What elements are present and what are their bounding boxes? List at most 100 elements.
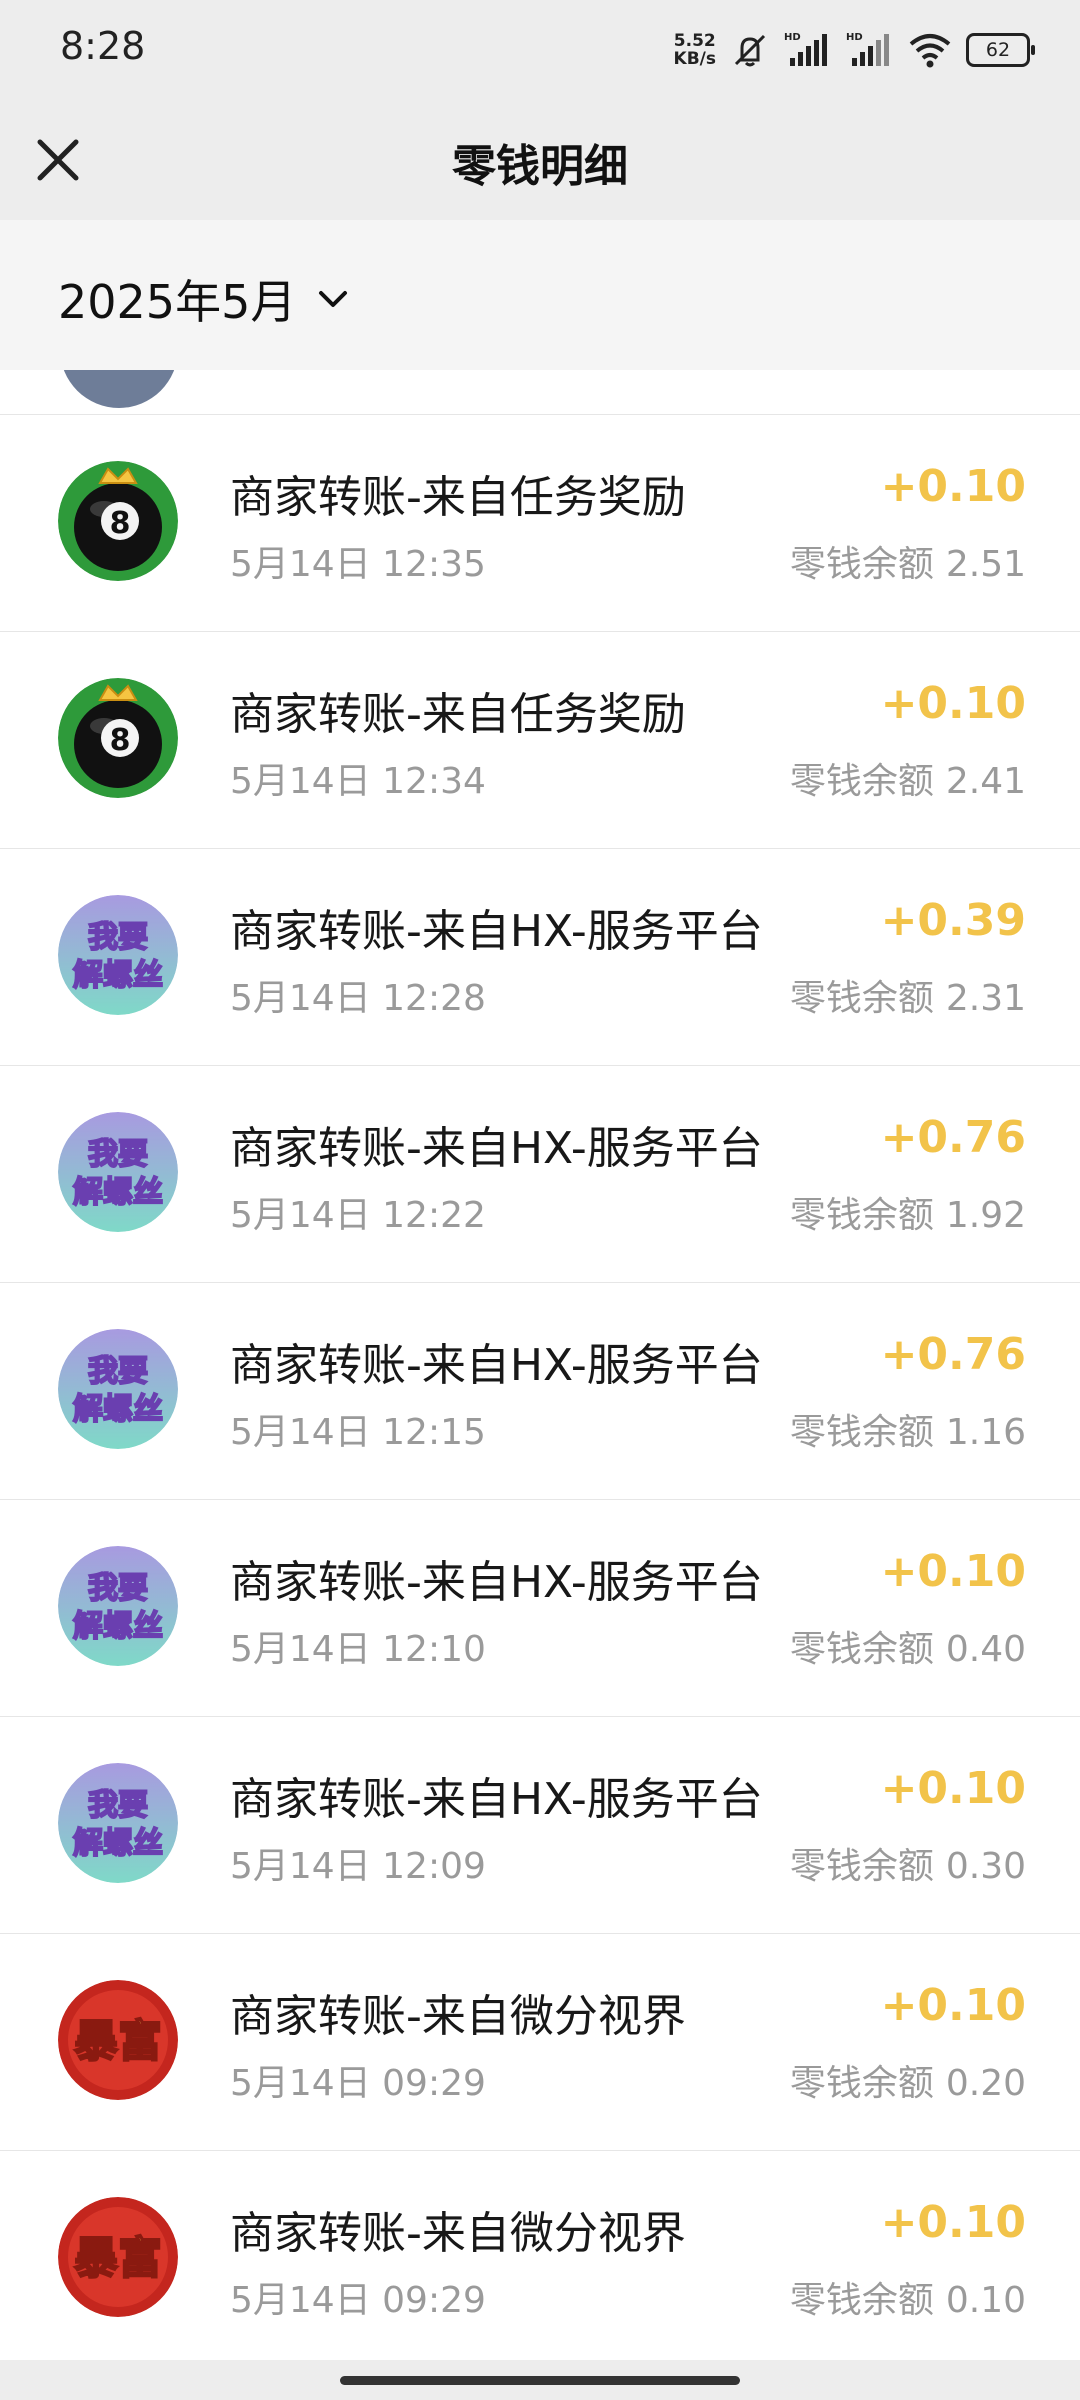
balance-text: 零钱余额 2.31 [790,969,1026,1021]
merchant-avatar: 暴富 [58,2197,178,2317]
page-title: 零钱明细 [452,141,628,192]
transaction-amount: +0.10 [880,1980,1026,2031]
transaction-row[interactable]: 我要 解螺丝 商家转账-来自HX-服务平台 5月14日 12:10 +0.10 零钱余额 0… [0,1500,1080,1717]
avatar [60,370,178,408]
transaction-time: 5月14日 12:35 [230,544,486,585]
merchant-avatar: 我要 解螺丝 [58,1112,178,1232]
merchant-avatar: 我要 解螺丝 [58,1763,178,1883]
transaction-row[interactable]: 8 商家转账-来自任务奖励 5月14日 12:34 +0.10 零钱余额 2.41 [0,632,1080,849]
transaction-amount: +0.10 [880,2197,1026,2248]
transaction-time: 5月14日 12:28 [230,978,486,1019]
balance-value: 0.40 [945,1629,1026,1670]
transaction-time: 5月14日 09:29 [230,2280,486,2321]
merchant-avatar: 我要 解螺丝 [58,1329,178,1449]
svg-text:8: 8 [110,723,131,758]
transaction-amount: +0.10 [880,1546,1026,1597]
balance-value: 1.92 [945,1195,1026,1236]
avatar-text: 我要 [88,1354,148,1389]
status-icons: 5.52 KB/s HD HD 62 [673,28,1035,72]
chevron-down-icon [319,291,348,307]
signal-hd-icon: HD [846,32,889,66]
transaction-title: 商家转账-来自HX-服务平台 [230,1774,763,1825]
avatar-text: 我要 [88,1137,148,1172]
transaction-list: 8 商家转账-来自任务奖励 5月14日 12:35 +0.10 零钱余额 2.51 8 商家转… [0,370,1080,2360]
balance-value: 1.16 [945,1412,1026,1453]
transaction-row[interactable]: 我要 解螺丝 商家转账-来自HX-服务平台 5月14日 12:22 +0.76 零钱余额 1… [0,1066,1080,1283]
transaction-title: 商家转账-来自任务奖励 [230,472,686,523]
avatar-text: 解螺丝 [73,1392,163,1427]
balance-text: 零钱余额 0.10 [790,2271,1026,2323]
avatar-text: 我要 [88,1788,148,1823]
transaction-row[interactable]: 暴富 商家转账-来自微分视界 5月14日 09:29 +0.10 零钱余额 0.10 [0,2151,1080,2360]
avatar-text: 我要 [88,1571,148,1606]
transaction-time: 5月14日 12:09 [230,1846,486,1887]
month-label: 2025年5月 [58,275,297,329]
avatar-text: 我要 [88,920,148,955]
status-time: 8:28 [60,24,146,68]
transaction-row[interactable]: 暴富 商家转账-来自微分视界 5月14日 09:29 +0.10 零钱余额 0.20 [0,1934,1080,2151]
gesture-bar [0,2360,1080,2400]
transaction-title: 商家转账-来自HX-服务平台 [230,906,763,957]
avatar-text: 解螺丝 [73,1826,163,1861]
merchant-avatar: 8 [58,678,178,798]
balance-value: 0.20 [945,2063,1026,2104]
transaction-row[interactable]: 我要 解螺丝 商家转账-来自HX-服务平台 5月14日 12:28 +0.39 零钱余额 2… [0,849,1080,1066]
transaction-time: 5月14日 12:34 [230,761,486,802]
transaction-row[interactable]: 我要 解螺丝 商家转账-来自HX-服务平台 5月14日 12:09 +0.10 零钱余额 0… [0,1717,1080,1934]
avatar-text: 暴富 [74,2233,162,2284]
merchant-avatar: 我要 解螺丝 [58,895,178,1015]
balance-text: 零钱余额 0.30 [790,1837,1026,1889]
transaction-row[interactable]: 8 商家转账-来自任务奖励 5月14日 12:35 +0.10 零钱余额 2.51 [0,415,1080,632]
transaction-title: 商家转账-来自微分视界 [230,2208,686,2259]
list-item-partial[interactable] [0,370,1080,415]
transaction-time: 5月14日 12:15 [230,1412,486,1453]
transaction-title: 商家转账-来自HX-服务平台 [230,1557,763,1608]
balance-text: 零钱余额 0.40 [790,1620,1026,1672]
transaction-row[interactable]: 我要 解螺丝 商家转账-来自HX-服务平台 5月14日 12:15 +0.76 零钱余额 1… [0,1283,1080,1500]
transaction-amount: +0.39 [880,895,1026,946]
transaction-time: 5月14日 09:29 [230,2063,486,2104]
transaction-title: 商家转账-来自HX-服务平台 [230,1123,763,1174]
balance-label: 零钱余额 [789,1629,934,1670]
balance-label: 零钱余额 [789,2063,934,2104]
transaction-title: 商家转账-来自微分视界 [230,1991,686,2042]
transaction-time: 5月14日 12:22 [230,1195,486,1236]
signal-hd-icon: HD [784,32,827,66]
svg-text:HD: HD [784,32,801,43]
transaction-amount: +0.76 [880,1329,1026,1380]
transaction-title: 商家转账-来自任务奖励 [230,689,686,740]
balance-label: 零钱余额 [789,1412,934,1453]
balance-label: 零钱余额 [789,544,934,585]
balance-text: 零钱余额 2.51 [790,535,1026,587]
balance-label: 零钱余额 [789,978,934,1019]
transaction-amount: +0.10 [880,678,1026,729]
mute-icon [734,34,766,67]
transaction-amount: +0.10 [880,461,1026,512]
transaction-amount: +0.76 [880,1112,1026,1163]
balance-text: 零钱余额 0.20 [790,2054,1026,2106]
avatar-text: 解螺丝 [73,1609,163,1644]
balance-value: 0.30 [945,1846,1026,1887]
balance-value: 0.10 [945,2280,1026,2321]
avatar-text: 解螺丝 [73,958,163,993]
transaction-amount: +0.10 [880,1763,1026,1814]
merchant-avatar: 8 [58,461,178,581]
avatar-text: 解螺丝 [73,1175,163,1210]
balance-value: 2.51 [945,544,1026,585]
transaction-time: 5月14日 12:10 [230,1629,486,1670]
balance-label: 零钱余额 [789,761,934,802]
network-speed: 5.52 KB/s [673,31,716,69]
home-indicator[interactable] [340,2376,740,2385]
month-selector[interactable]: 2025年5月 [58,266,348,332]
merchant-avatar: 我要 解螺丝 [58,1546,178,1666]
balance-text: 零钱余额 2.41 [790,752,1026,804]
balance-value: 2.41 [945,761,1026,802]
svg-text:8: 8 [110,506,131,541]
month-filter-bar: 2025年5月 [0,220,1080,370]
balance-text: 零钱余额 1.16 [790,1403,1026,1455]
balance-text: 零钱余额 1.92 [790,1186,1026,1238]
balance-value: 2.31 [945,978,1026,1019]
status-bar: 8:28 5.52 KB/s HD HD 62 [0,0,1080,100]
top-nav-bar: 零钱明细 [0,100,1080,220]
merchant-avatar: 暴富 [58,1980,178,2100]
